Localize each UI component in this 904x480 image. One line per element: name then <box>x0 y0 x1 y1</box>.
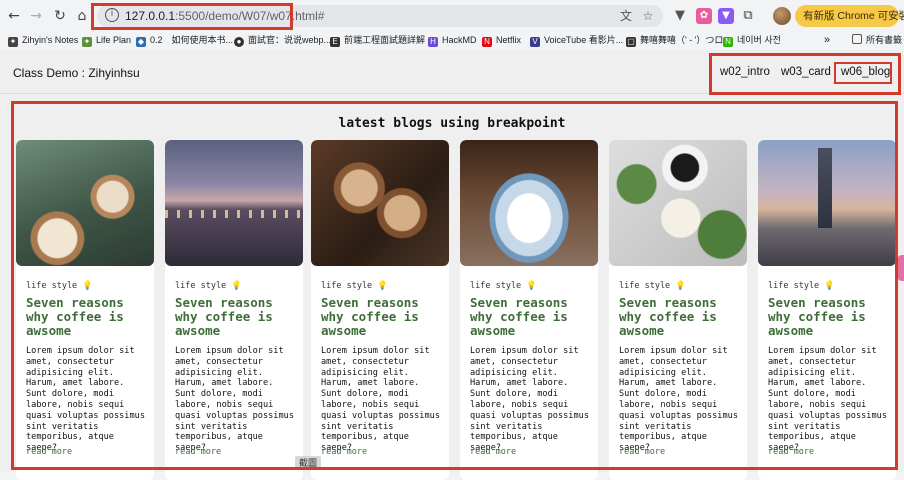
card-body: Lorem ipsum dolor sit amet, consectetur … <box>470 346 589 454</box>
bookmark-favicon-icon: N <box>723 37 733 47</box>
ext-separator-icon <box>752 8 768 24</box>
bookmark-label: Netflix <box>496 35 522 45</box>
site-brand: Class Demo : Zihyinhsu <box>13 66 140 80</box>
blog-card: life style 💡 Seven reasons why coffee is… <box>16 140 154 480</box>
bookmark-item[interactable]: V VoiceTube 看影片... <box>530 33 623 47</box>
address-url[interactable]: 127.0.0.1:5500/demo/W07/w07.html# <box>125 9 324 23</box>
bookmark-favicon-icon: ✦ <box>82 37 92 47</box>
card-title: Seven reasons why coffee is awsome <box>26 295 124 338</box>
bookmark-item[interactable]: H HackMD <box>428 33 477 47</box>
site-header: Class Demo : Zihyinhsu w02_intro w03_car… <box>0 50 904 94</box>
page-content: Class Demo : Zihyinhsu w02_intro w03_car… <box>0 50 904 480</box>
translate-icon[interactable]: ⽂ <box>617 7 635 25</box>
bookmark-item[interactable]: N Netflix <box>482 33 521 47</box>
card-tag: life style 💡 <box>175 281 242 291</box>
card-tag: life style 💡 <box>26 281 93 291</box>
card-title: Seven reasons why coffee is awsome <box>175 295 273 338</box>
card-title: Seven reasons why coffee is awsome <box>619 295 717 338</box>
card-image <box>165 140 303 266</box>
nav-link-w02-intro[interactable]: w02_intro <box>720 66 770 78</box>
bookmark-favicon-icon: N <box>482 37 492 47</box>
card-body: Lorem ipsum dolor sit amet, consectetur … <box>768 346 887 454</box>
card-title: Seven reasons why coffee is awsome <box>321 295 419 338</box>
section-title: latest blogs using breakpoint <box>338 116 566 131</box>
url-path: :5500/demo/W07/w07.html# <box>175 9 325 23</box>
bookmark-item[interactable]: ● 面試官：说说webp... <box>234 33 331 47</box>
url-host: 127.0.0.1 <box>125 9 176 23</box>
card-image <box>758 140 896 266</box>
card-title: Seven reasons why coffee is awsome <box>768 295 866 338</box>
home-icon[interactable]: ⌂ <box>72 6 92 26</box>
read-more-link[interactable]: read more <box>619 447 665 457</box>
bookmark-favicon-icon: E <box>330 37 340 47</box>
card-title: Seven reasons why coffee is awsome <box>470 295 568 338</box>
read-more-link[interactable]: read more <box>321 447 367 457</box>
folder-label: 所有書籤 <box>866 35 903 45</box>
bookmark-favicon-icon: ▢ <box>626 37 636 47</box>
card-body: Lorem ipsum dolor sit amet, consectetur … <box>619 346 738 454</box>
read-more-link[interactable]: read more <box>175 447 221 457</box>
site-info-icon[interactable]: i <box>105 8 119 22</box>
card-image <box>311 140 449 266</box>
browser-toolbar: ← → ↻ ⌂ i 127.0.0.1:5500/demo/W07/w07.ht… <box>0 0 904 32</box>
update-label: 有新版 Chrome 可安裝 <box>803 10 904 22</box>
bookmark-label: 네이버 사전 <box>737 35 781 45</box>
card-tag: life style 💡 <box>768 281 835 291</box>
address-bar[interactable]: i 127.0.0.1:5500/demo/W07/w07.html# ⽂ ☆ <box>97 5 663 27</box>
card-body: Lorem ipsum dolor sit amet, consectetur … <box>175 346 294 454</box>
bookmark-label: Life Plan <box>96 35 132 45</box>
side-extension-tab[interactable] <box>897 255 904 281</box>
bookmark-favicon-icon: H <box>428 37 438 47</box>
bookmarks-overflow-icon[interactable]: » <box>824 33 830 47</box>
bookmark-item[interactable]: ◆ 0.2 如何使用本书... <box>136 33 233 47</box>
blog-card: life style 💡 Seven reasons why coffee is… <box>311 140 449 480</box>
back-icon[interactable]: ← <box>4 6 24 26</box>
bookmark-item[interactable]: ✦ Life Plan <box>82 33 131 47</box>
read-more-link[interactable]: read more <box>26 447 72 457</box>
read-more-link[interactable]: read more <box>768 447 814 457</box>
screenshot-label: 截圖 <box>295 456 321 470</box>
chrome-update-button[interactable]: 有新版 Chrome 可安裝 ⋮ <box>795 5 904 27</box>
bookmark-item[interactable]: E 前端工程面試題詳解 <box>330 33 425 47</box>
card-tag: life style 💡 <box>321 281 388 291</box>
bookmark-label: 舞嘻舞嘻（' - '）つロ... <box>640 35 731 45</box>
extension-pink-icon[interactable]: ✿ <box>696 8 712 24</box>
bookmark-label: 面試官：说说webp... <box>248 35 332 45</box>
bookmark-star-icon[interactable]: ☆ <box>639 7 657 25</box>
bookmark-label: 0.2 如何使用本书... <box>150 35 234 45</box>
card-tag: life style 💡 <box>470 281 537 291</box>
extension-filter-icon[interactable]: ▼ <box>672 8 688 24</box>
bookmark-favicon-icon: ✦ <box>8 37 18 47</box>
blog-card: life style 💡 Seven reasons why coffee is… <box>609 140 747 480</box>
bookmarks-bar: ✦ Zihyin's Notes ✦ Life Plan ◆ 0.2 如何使用本书..… <box>0 31 904 49</box>
card-image <box>16 140 154 266</box>
card-body: Lorem ipsum dolor sit amet, consectetur … <box>26 346 145 454</box>
extension-shield-icon[interactable]: ▼ <box>718 8 734 24</box>
bookmark-label: VoiceTube 看影片... <box>544 35 624 45</box>
profile-avatar[interactable] <box>773 7 791 25</box>
folder-icon <box>852 34 862 44</box>
bookmark-item[interactable]: ✦ Zihyin's Notes <box>8 33 78 47</box>
read-more-link[interactable]: read more <box>470 447 516 457</box>
blog-card: life style 💡 Seven reasons why coffee is… <box>460 140 598 480</box>
nav-link-w06-blog[interactable]: w06_blog <box>841 66 890 78</box>
all-bookmarks-folder[interactable]: 所有書籤 <box>852 33 902 47</box>
bookmark-label: 前端工程面試題詳解 <box>344 35 426 45</box>
bookmark-item[interactable]: N 네이버 사전 <box>723 33 781 47</box>
bookmark-label: HackMD <box>442 35 477 45</box>
blog-card: life style 💡 Seven reasons why coffee is… <box>165 140 303 480</box>
card-image <box>460 140 598 266</box>
card-tag: life style 💡 <box>619 281 686 291</box>
card-body: Lorem ipsum dolor sit amet, consectetur … <box>321 346 440 454</box>
bookmark-favicon-icon: ◆ <box>136 37 146 47</box>
bookmark-item[interactable]: ▢ 舞嘻舞嘻（' - '）つロ... <box>626 33 731 47</box>
bookmark-favicon-icon: ● <box>234 37 244 47</box>
nav-link-w03-card[interactable]: w03_card <box>781 66 831 78</box>
reload-icon[interactable]: ↻ <box>50 6 70 26</box>
bookmark-label: Zihyin's Notes <box>22 35 79 45</box>
bookmark-favicon-icon: V <box>530 37 540 47</box>
blog-card: life style 💡 Seven reasons why coffee is… <box>758 140 896 480</box>
forward-icon[interactable]: → <box>26 6 46 26</box>
card-image <box>609 140 747 266</box>
